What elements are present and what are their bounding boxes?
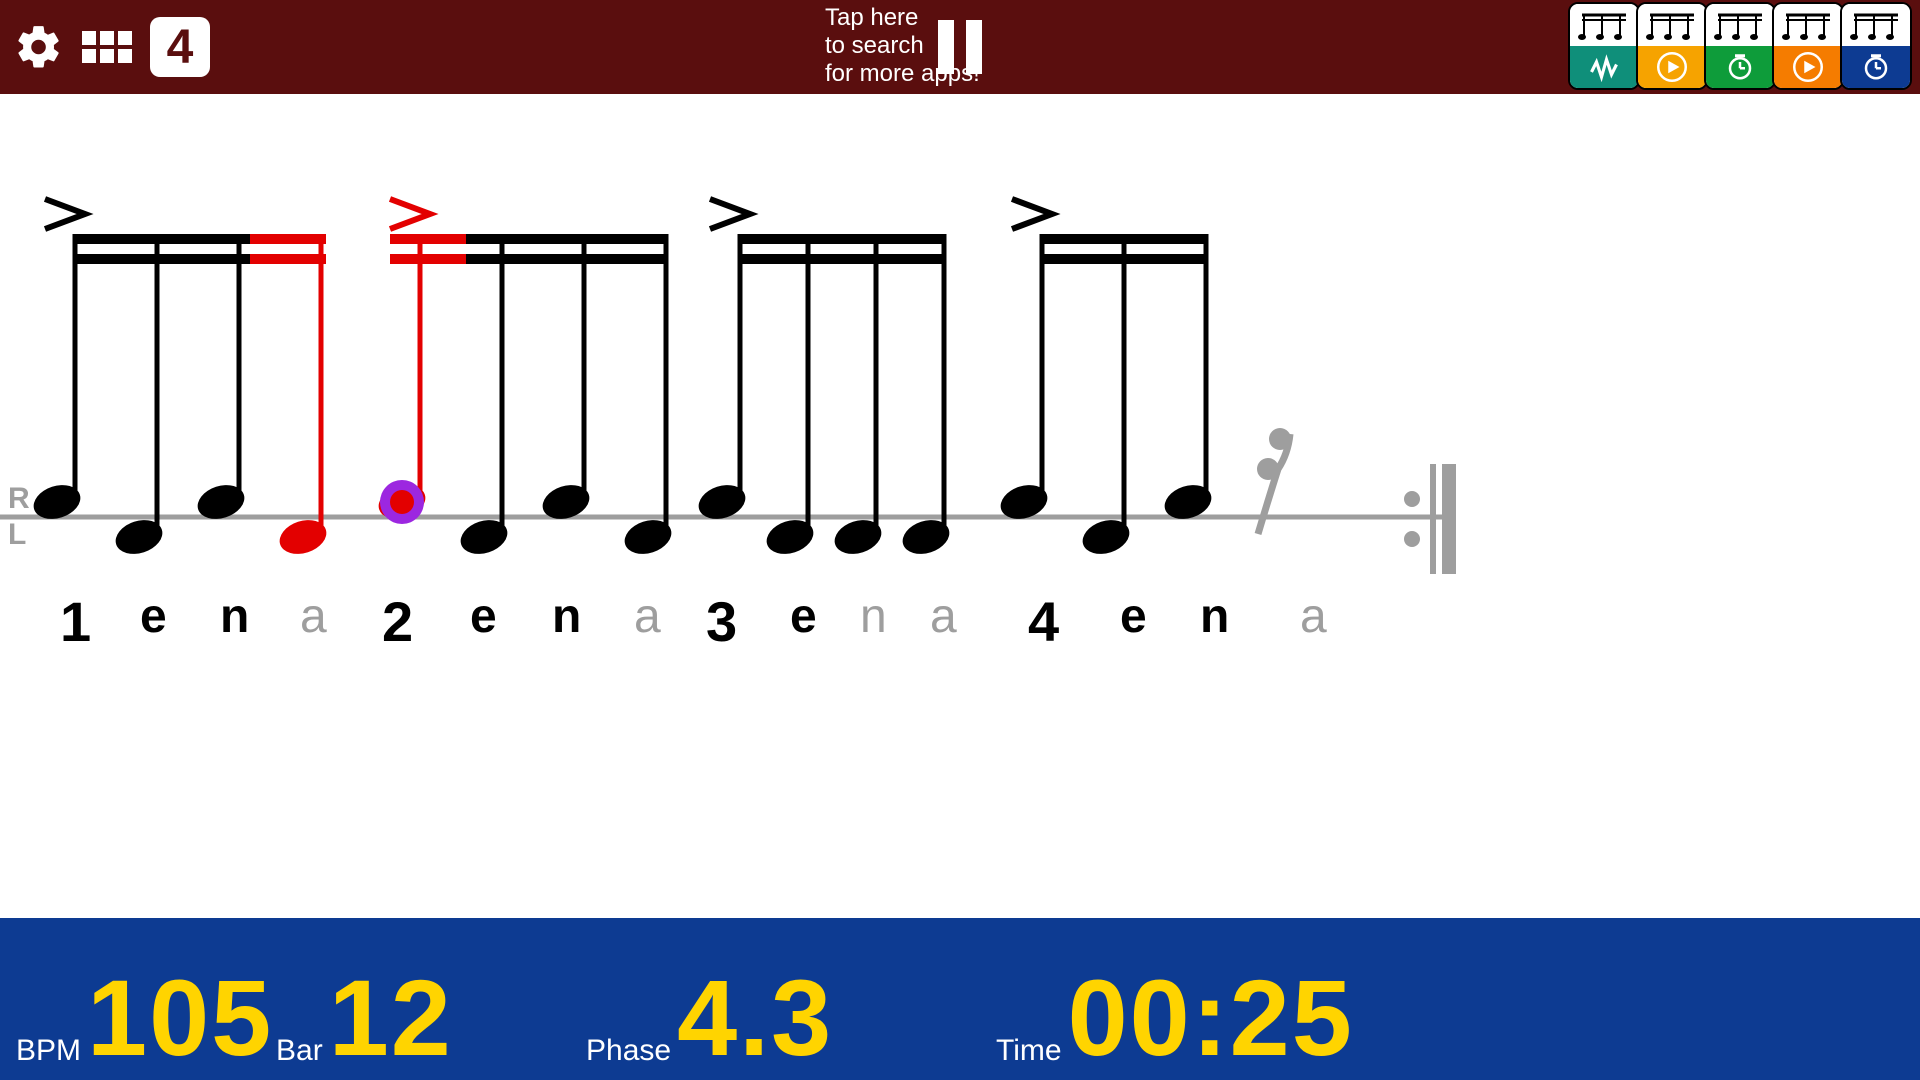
play-icon: [1638, 46, 1706, 88]
bar-value: 12: [329, 964, 453, 1072]
search-apps-link[interactable]: Tap here to search for more apps!: [825, 4, 980, 88]
phase-label: Phase: [586, 1034, 671, 1072]
count-label: a: [1300, 589, 1327, 644]
phase-value: 4.3: [677, 964, 833, 1072]
count-label: n: [1200, 589, 1229, 644]
badge-notation-icon: [1842, 4, 1910, 46]
notation-svg: [0, 94, 1456, 654]
count-label: 3: [706, 589, 737, 654]
clock-icon: [1706, 46, 1774, 88]
badge-notation-icon: [1638, 4, 1706, 46]
phase-metric[interactable]: Phase 4.3: [586, 964, 996, 1072]
clock-icon: [1842, 46, 1910, 88]
count-label: a: [300, 589, 327, 644]
count-label: 1: [60, 589, 91, 654]
badge-notation-icon: [1706, 4, 1774, 46]
count-label: e: [1120, 589, 1147, 644]
time-signature-value: 4: [167, 20, 194, 75]
app-badge[interactable]: [1772, 2, 1844, 90]
bpm-metric[interactable]: BPM 105: [16, 964, 276, 1072]
gear-icon: [14, 22, 64, 72]
right-hand-label: R: [8, 482, 30, 516]
settings-button[interactable]: [14, 22, 64, 72]
tap-line: to search: [825, 32, 980, 60]
count-label: a: [930, 589, 957, 644]
time-label: Time: [996, 1034, 1062, 1072]
notation-area[interactable]: R L 1ena2ena3ena4ena: [0, 94, 1920, 654]
app-badge[interactable]: [1636, 2, 1708, 90]
tap-line: Tap here: [825, 4, 980, 32]
grid-button[interactable]: [82, 31, 132, 63]
tap-line: for more apps!: [825, 60, 980, 88]
bar-metric[interactable]: Bar 12: [276, 964, 586, 1072]
grid-icon: [82, 31, 132, 63]
bpm-label: BPM: [16, 1034, 81, 1072]
bottom-bar: BPM 105 Bar 12 Phase 4.3 Time 00:25: [0, 918, 1920, 1080]
count-label: 2: [382, 589, 413, 654]
count-label: a: [634, 589, 661, 644]
count-label: n: [552, 589, 581, 644]
time-metric[interactable]: Time 00:25: [996, 964, 1354, 1072]
count-label: e: [140, 589, 167, 644]
time-signature-button[interactable]: 4: [150, 17, 210, 77]
bar-label: Bar: [276, 1034, 323, 1072]
wave-icon: [1570, 46, 1638, 88]
count-label: e: [470, 589, 497, 644]
count-label: e: [790, 589, 817, 644]
left-hand-label: L: [8, 518, 26, 552]
badge-notation-icon: [1774, 4, 1842, 46]
time-value: 00:25: [1068, 964, 1354, 1072]
app-badges: [1572, 2, 1912, 90]
play-icon: [1774, 46, 1842, 88]
badge-notation-icon: [1570, 4, 1638, 46]
app-badge[interactable]: [1704, 2, 1776, 90]
count-label: 4: [1028, 589, 1059, 654]
count-label: n: [860, 589, 887, 644]
count-label: n: [220, 589, 249, 644]
app-badge[interactable]: [1568, 2, 1640, 90]
app-badge[interactable]: [1840, 2, 1912, 90]
bpm-value: 105: [87, 964, 273, 1072]
top-bar: 4 Tap here to search for more apps!: [0, 0, 1920, 94]
